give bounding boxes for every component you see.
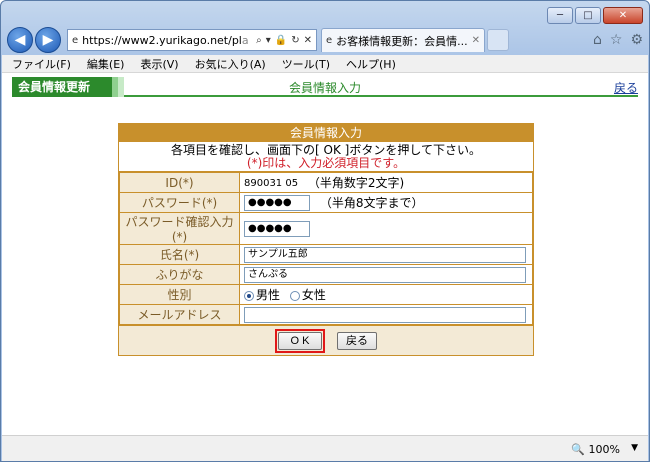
header-title: 会員情報入力: [288, 81, 361, 95]
page-header: 会員情報更新 会員情報入力 戻る: [12, 77, 638, 97]
forward-button[interactable]: ▶: [35, 27, 61, 53]
tab-title: お客様情報更新：会員情...: [336, 34, 468, 48]
id-label: ID(*): [119, 172, 240, 193]
minimize-button[interactable]: ─: [547, 7, 573, 24]
form-back-button[interactable]: 戻る: [337, 331, 377, 350]
form-title: 会員情報入力: [119, 124, 533, 142]
back-button[interactable]: ◀: [7, 27, 33, 53]
menu-edit[interactable]: 編集(E): [87, 56, 125, 72]
gender-male-label: 男性: [256, 288, 281, 302]
id-value: 890031 05: [244, 178, 299, 189]
search-icon[interactable]: ⌕: [256, 35, 262, 46]
new-tab-button[interactable]: [487, 29, 509, 51]
lock-icon[interactable]: 🔒: [275, 35, 287, 46]
address-url: https://www2.yurikago.net/pla: [82, 33, 249, 47]
toolbar-icons: ⌂ ☆ ⚙: [593, 32, 643, 48]
refresh-icon[interactable]: ↻: [291, 35, 299, 46]
window-controls: ─ □ ✕: [547, 7, 643, 24]
password-confirm-input[interactable]: ●●●●●: [244, 220, 310, 237]
form-row-gender: 性別 男性 女性: [119, 284, 533, 305]
settings-gear-icon[interactable]: ⚙: [630, 32, 643, 48]
browser-window: ─ □ ✕ ◀ ▶ e https://www2.yurikago.net/pl…: [0, 0, 650, 462]
id-note: （半角数字2文字): [307, 176, 405, 190]
favorites-star-icon[interactable]: ☆: [610, 32, 623, 48]
ok-button[interactable]: O K: [278, 331, 322, 350]
navigation-bar: ◀ ▶ e https://www2.yurikago.net/pla ⌕ ▾ …: [7, 25, 643, 55]
menu-help[interactable]: ヘルプ(H): [346, 56, 396, 72]
close-button[interactable]: ✕: [603, 7, 643, 24]
header-back-link[interactable]: 戻る: [614, 79, 638, 96]
home-icon[interactable]: ⌂: [593, 32, 602, 48]
page-content: 会員情報更新 会員情報入力 戻る 会員情報入力 各項目を確認し、画面下の[ OK…: [2, 73, 648, 436]
browser-tab[interactable]: e お客様情報更新：会員情... ✕: [321, 28, 485, 52]
gender-female-radio[interactable]: [289, 290, 300, 301]
furigana-label: ふりがな: [119, 264, 240, 285]
ok-button-highlight: O K: [275, 328, 325, 353]
furigana-input[interactable]: さんぷる: [244, 266, 526, 283]
stop-icon[interactable]: ✕: [304, 35, 312, 46]
form-row-furigana: ふりがな さんぷる: [119, 264, 533, 285]
required-note: (*)印は、入力必須項目です。: [246, 156, 406, 170]
address-bar[interactable]: e https://www2.yurikago.net/pla ⌕ ▾ 🔒 ↻ …: [67, 29, 317, 51]
form-row-email: メールアドレス: [119, 304, 533, 325]
gender-female-label: 女性: [301, 288, 326, 302]
menu-bar: ファイル(F) 編集(E) 表示(V) お気に入り(A) ツール(T) ヘルプ(…: [2, 55, 648, 73]
gender-label: 性別: [119, 284, 240, 305]
form-row-name: 氏名(*) サンプル五郎: [119, 244, 533, 265]
zoom-level[interactable]: 🔍 100%: [571, 443, 620, 456]
password-confirm-label: パスワード確認入力(*): [119, 212, 240, 245]
gender-male-radio[interactable]: [244, 290, 254, 301]
form-table: ID(*) 890031 05 （半角数字2文字) パスワード(*) ●●●●●…: [119, 172, 533, 325]
name-label: 氏名(*): [119, 244, 240, 265]
menu-tools[interactable]: ツール(T): [282, 56, 330, 72]
menu-favorites[interactable]: お気に入り(A): [195, 56, 266, 72]
name-input[interactable]: サンプル五郎: [244, 246, 526, 263]
zoom-dropdown-icon[interactable]: ▼: [631, 443, 638, 453]
dropdown-icon[interactable]: ▾: [266, 35, 271, 46]
menu-view[interactable]: 表示(V): [140, 56, 178, 72]
zoom-icon: 🔍: [571, 443, 586, 456]
menu-file[interactable]: ファイル(F): [12, 56, 71, 72]
status-bar: 🔍 100% ▼: [2, 435, 648, 461]
email-input[interactable]: [244, 306, 526, 323]
password-label: パスワード(*): [119, 192, 240, 213]
form-row-password-confirm: パスワード確認入力(*) ●●●●●: [119, 212, 533, 245]
tab-page-icon: e: [326, 35, 333, 46]
form-row-password: パスワード(*) ●●●●● （半角8文字まで）: [119, 192, 533, 213]
email-label: メールアドレス: [119, 304, 240, 325]
maximize-button[interactable]: □: [575, 7, 601, 24]
password-input[interactable]: ●●●●●: [244, 194, 310, 211]
form-instructions: 各項目を確認し、画面下の[ OK ]ボタンを押して下さい。 (*)印は、入力必須…: [119, 142, 533, 172]
tab-close-icon[interactable]: ✕: [472, 35, 480, 46]
form-row-id: ID(*) 890031 05 （半角数字2文字): [119, 172, 533, 193]
password-note: （半角8文字まで）: [319, 196, 424, 210]
ie-page-icon: e: [72, 34, 79, 46]
form-buttons: O K 戻る: [119, 325, 533, 355]
member-form: 会員情報入力 各項目を確認し、画面下の[ OK ]ボタンを押して下さい。 (*)…: [118, 123, 534, 356]
